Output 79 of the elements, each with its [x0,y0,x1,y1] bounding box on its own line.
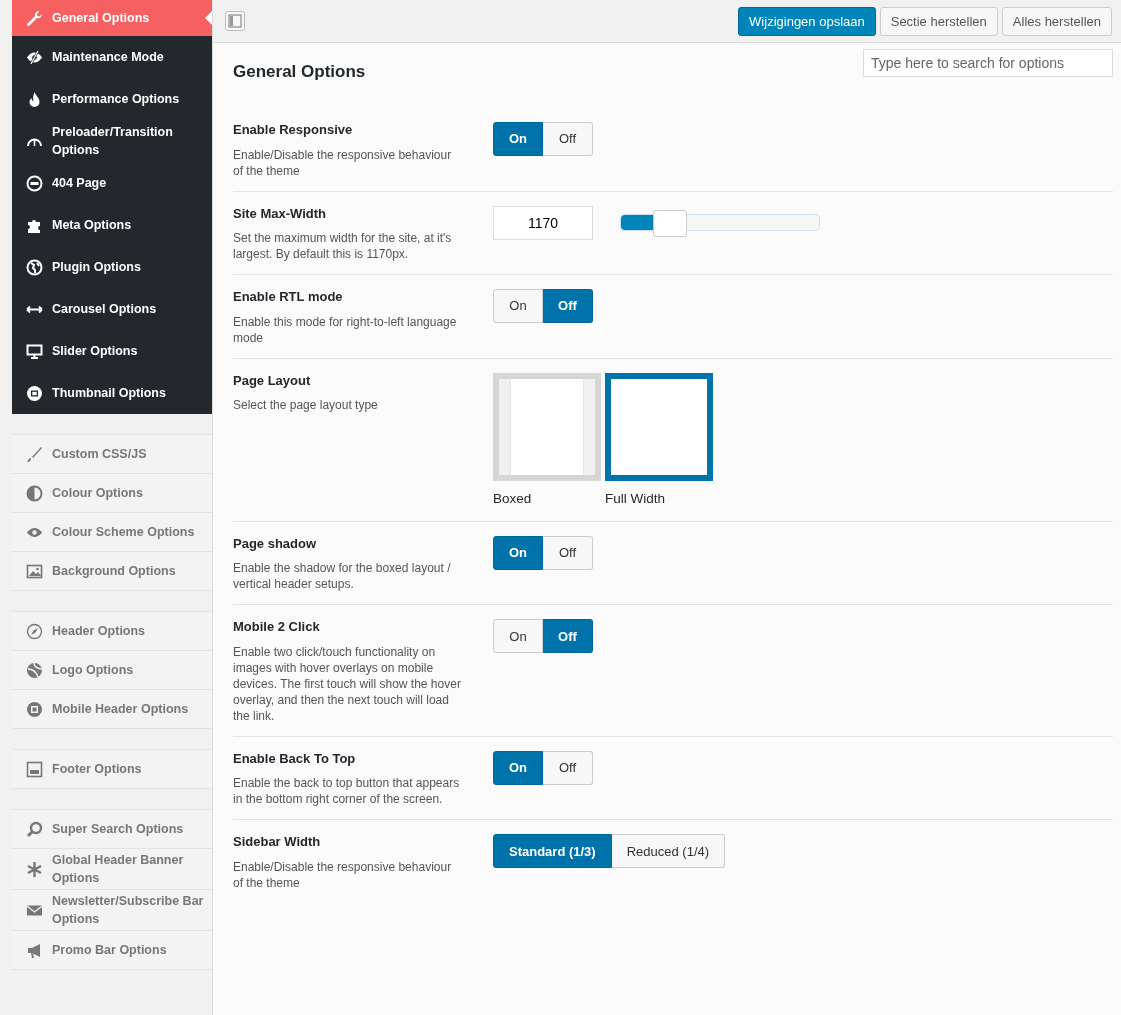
option-title: Page shadow [233,534,318,553]
option-title: Mobile 2 Click [233,618,321,637]
slider-handle[interactable] [652,209,687,237]
option-description: Enable the shadow for the boxed layout / vertical header setups. [233,560,452,593]
search-icon [26,820,43,838]
option-title: Enable Responsive [233,121,354,139]
toggle-option[interactable]: Off [543,289,593,323]
monitor-icon [26,342,43,360]
slider[interactable] [620,208,822,236]
option-description: Set the maximum width for the site, at it's largest. By default this is 1170px. [233,230,453,262]
option-description: Select the page layout type [233,397,379,413]
sidebar-item[interactable]: Newsletter/Subscribe Bar Options [12,890,212,931]
boxed-layout-thumbnail[interactable] [493,372,601,481]
half-circle-icon [26,484,43,502]
toggle-option[interactable]: On [493,289,543,323]
sidebar-item[interactable]: Plugin Options [12,246,212,288]
option-description: Enable/Disable the responsive behaviour of the theme [233,146,453,179]
reset-button[interactable]: Alles herstellen [1001,6,1112,36]
sidebar-toggle-icon[interactable] [225,11,245,31]
sidebar-item[interactable]: Meta Options [12,204,212,246]
reset-button[interactable]: Sectie herstellen [879,6,998,36]
option-description: Enable this mode for right-to-left language mode [233,313,458,346]
toggle-option[interactable]: Off [543,750,594,785]
toggle-option[interactable]: Reduced (1/4) [611,834,726,869]
number-field[interactable]: 1170 [493,205,593,240]
toggle-option[interactable]: Off [543,619,593,654]
option-title: Enable RTL mode [233,288,344,306]
sidebar-item[interactable]: 404 Page [12,162,212,204]
toggle-option[interactable]: On [493,122,544,156]
toggle-option[interactable]: On [493,750,544,785]
toggle-option[interactable]: On [493,619,543,654]
full-width-layout-thumbnail[interactable] [605,372,713,481]
layout-icon [26,760,43,778]
sidebar-item[interactable]: Maintenance Mode [12,36,212,78]
option-title: Page Layout [233,371,312,390]
asterisk-icon [26,860,43,878]
megaphone-icon [26,941,43,959]
sidebar-item[interactable]: Super Search Options [12,810,212,849]
option-description: Enable the back to top button that appears in the bottom right corner of the screen. [233,775,461,808]
toggle-option[interactable]: Off [543,122,594,156]
wrench-icon [26,9,43,27]
sidebar-item[interactable]: Global Header Banner Options [12,849,212,890]
option-title: Site Max-Width [233,204,328,223]
sidebar-item[interactable]: Colour Scheme Options [12,513,212,552]
sidebar-item[interactable]: Background Options [12,552,212,591]
option-title: Enable Back To Top [233,749,357,768]
sidebar-item[interactable]: Custom CSS/JS [12,435,212,474]
layout-label: Boxed [493,489,533,508]
option-title: Sidebar Width [233,833,322,852]
sidebar-item[interactable]: Slider Options [12,330,212,372]
sidebar-item[interactable]: Header Options [12,612,212,651]
layout-label: Full Width [605,489,666,508]
sidebar-item[interactable]: Preloader/Transition Options [12,120,212,162]
sidebar-item[interactable]: Colour Options [12,474,212,513]
save-button[interactable]: Wijzigingen opslaan [738,6,876,36]
sidebar-item[interactable]: Performance Options [12,78,212,120]
sidebar-item[interactable]: Mobile Header Options [12,690,212,729]
search-field[interactable]: Type here to search for options [863,49,1113,77]
compass-icon [26,622,43,640]
sidebar-item[interactable]: Promo Bar Options [12,931,212,970]
image-icon [26,562,43,580]
minus-circle-icon [26,174,43,192]
sidebar-item[interactable]: Logo Options [12,651,212,690]
sidebar-item[interactable]: General Options [12,0,212,36]
option-description: Enable/Disable the responsive behaviour of the theme [233,858,453,891]
square-circle-icon [26,384,43,402]
globe-icon [26,258,43,276]
sidebar-item[interactable]: Carousel Options [12,288,212,330]
toggle-option[interactable]: Standard (1/3) [493,834,612,869]
section-title: General Options [233,61,366,83]
eye-slash-icon [26,48,43,66]
toggle-option[interactable]: On [493,535,544,570]
toggle-option[interactable]: Off [543,535,594,570]
sidebar-item[interactable]: Thumbnail Options [12,372,212,414]
ball-icon [26,661,43,679]
square-circle-icon [26,700,43,718]
option-description: Enable two click/touch functionality on images with hover overlays on mobile devices. The first touch will show the hover overlay, and then the next touch will load the link. [233,643,461,724]
sidebar-item[interactable]: Footer Options [12,750,212,789]
brush-icon [26,445,43,463]
